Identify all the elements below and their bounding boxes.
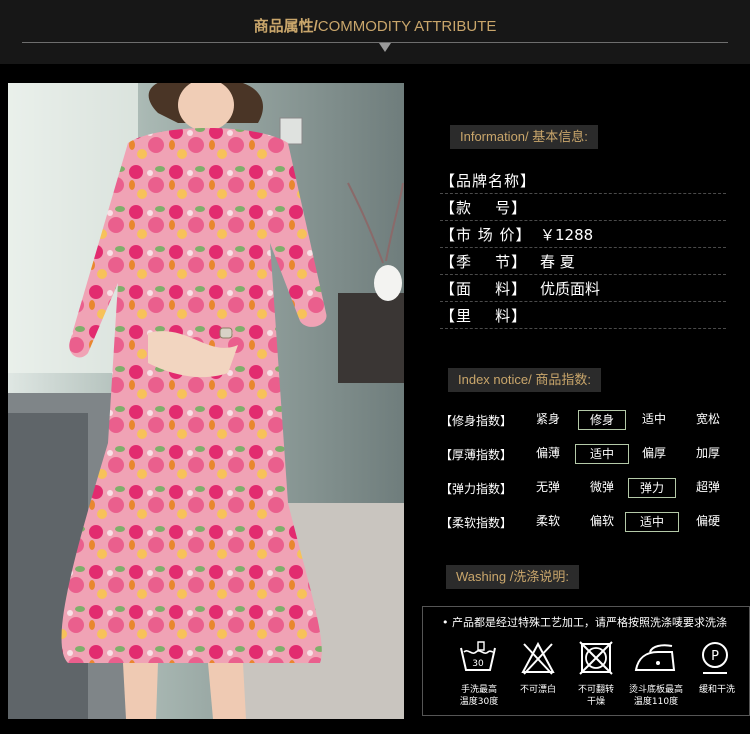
index-option: 加厚: [695, 446, 720, 460]
info-row-market-price: 【市 场 价】 ￥1288: [440, 221, 726, 248]
index-row-fit: 【修身指数】 紧身 修身 适中 宽松: [440, 409, 740, 431]
washing-note: • 产品都是经过特殊工艺加工，请严格按照洗涤唛要求洗涤: [442, 616, 727, 629]
product-photo-illustration: [8, 83, 404, 719]
index-row-thickness: 【厚薄指数】 偏薄 适中 偏厚 加厚: [440, 443, 740, 465]
caption-line: 手洗最高: [460, 685, 497, 695]
info-row-lining: 【里 料】: [440, 302, 726, 329]
info-row-brand: 【品牌名称】: [440, 167, 726, 194]
index-option: 偏硬: [695, 514, 720, 528]
hand-wash-30-icon: 30: [458, 640, 498, 680]
index-row-label: 【修身指数】: [440, 414, 513, 428]
info-value: 春 夏: [540, 253, 575, 271]
caption-line: 干燥: [586, 697, 605, 707]
caption-line: 缓和干洗: [698, 685, 735, 695]
section-header: 商品属性/COMMODITY ATTRIBUTE: [0, 0, 750, 64]
information-label: Information/ 基本信息:: [450, 125, 598, 149]
index-option: 偏软: [589, 514, 614, 528]
header-arrow-icon: [379, 43, 391, 52]
index-option: 无弹: [535, 480, 560, 494]
index-option: 适中: [641, 412, 666, 426]
section-title-cn: 商品属性/: [253, 18, 318, 35]
caption-line: 温度30度: [459, 697, 499, 707]
info-key: 【市 场 价】: [440, 226, 532, 244]
hand-wash-caption: 手洗最高 温度30度: [450, 684, 508, 708]
index-option: 柔软: [535, 514, 560, 528]
index-option: 微弹: [589, 480, 614, 494]
no-bleach-icon: [520, 640, 556, 680]
index-option: 偏厚: [641, 446, 666, 460]
no-tumble-dry-icon: [578, 640, 614, 680]
caption-line: 烫斗底板最高: [628, 685, 683, 695]
caption-line: 不可漂白: [519, 685, 556, 695]
info-key: 【款 号】: [440, 199, 528, 217]
info-key: 【季 节】: [440, 253, 528, 271]
index-option-selected: 适中: [625, 512, 679, 532]
info-row-season: 【季 节】 春 夏: [440, 248, 726, 275]
index-row-label: 【柔软指数】: [440, 516, 513, 530]
section-title-en: COMMODITY ATTRIBUTE: [317, 18, 497, 35]
iron-caption: 烫斗底板最高 温度110度: [622, 684, 690, 708]
hand-wash-temp: 30: [472, 659, 484, 669]
index-option-selected: 弹力: [628, 478, 676, 498]
dry-clean-caption: 缓和干洗: [692, 684, 742, 696]
info-row-fabric: 【面 料】 优质面料: [440, 275, 726, 302]
dry-clean-p-icon: P: [698, 640, 732, 680]
info-value: 优质面料: [540, 280, 601, 298]
index-row-label: 【厚薄指数】: [440, 448, 513, 462]
iron-110-icon: [632, 640, 678, 680]
index-notice-label: Index notice/ 商品指数:: [448, 368, 601, 392]
index-row-softness: 【柔软指数】 柔软 偏软 适中 偏硬: [440, 511, 740, 533]
info-key: 【品牌名称】: [440, 172, 537, 190]
index-option: 超弹: [695, 480, 720, 494]
info-value: ￥1288: [540, 226, 594, 244]
index-row-elasticity: 【弹力指数】 无弹 微弹 弹力 超弹: [440, 477, 740, 499]
index-option: 偏薄: [535, 446, 560, 460]
washing-label: Washing /洗涤说明:: [446, 565, 579, 589]
info-key: 【面 料】: [440, 280, 528, 298]
index-row-label: 【弹力指数】: [440, 482, 513, 496]
no-tumble-dry-caption: 不可翻转 干燥: [570, 684, 622, 708]
section-title: 商品属性/COMMODITY ATTRIBUTE: [0, 15, 750, 36]
no-bleach-caption: 不可漂白: [512, 684, 564, 696]
index-option: 宽松: [695, 412, 720, 426]
header-divider: [22, 42, 728, 43]
caption-line: 不可翻转: [577, 685, 614, 695]
info-row-style-no: 【款 号】: [440, 194, 726, 221]
index-option-selected: 修身: [578, 410, 626, 430]
index-option-selected: 适中: [575, 444, 629, 464]
product-photo: [8, 83, 404, 719]
caption-line: 温度110度: [633, 697, 679, 707]
info-key: 【里 料】: [440, 307, 528, 325]
dry-clean-mark: P: [711, 649, 719, 664]
index-option: 紧身: [535, 412, 560, 426]
